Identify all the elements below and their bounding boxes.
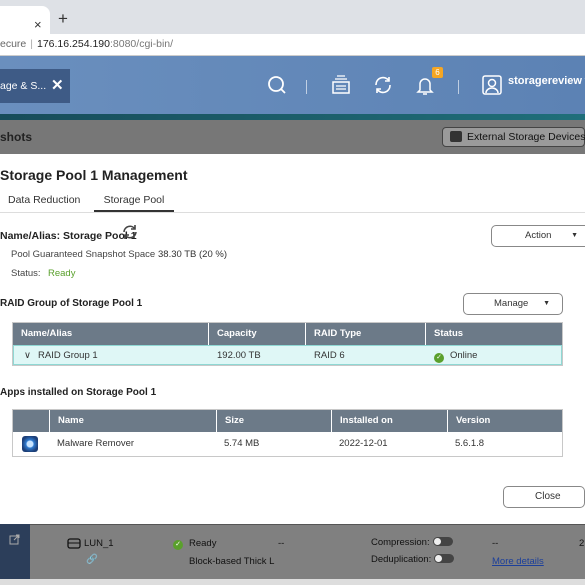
close-button[interactable]: Close	[503, 486, 585, 508]
address-bar[interactable]: ecure | 176.16.254.190:8080/cgi-bin/	[0, 34, 585, 56]
lun-dash: --	[278, 538, 285, 549]
external-storage-label: External Storage Devices	[467, 131, 585, 143]
apps-section-title: Apps installed on Storage Pool 1	[0, 387, 157, 398]
new-tab-button[interactable]: +	[58, 9, 68, 29]
username-menu[interactable]: storagereview ▾	[508, 74, 585, 87]
app-tab-label: age & S...	[0, 80, 47, 92]
malware-remover-icon	[22, 436, 38, 452]
manage-button-label: Manage	[494, 298, 529, 309]
tab-storage-pool[interactable]: Storage Pool	[94, 194, 174, 212]
sidebar-edge	[0, 524, 30, 579]
browser-tab[interactable]: ×	[0, 6, 50, 34]
external-storage-button[interactable]: External Storage Devices	[442, 127, 585, 147]
header-divider	[458, 80, 459, 94]
stack-icon[interactable]	[330, 74, 352, 96]
refresh-icon[interactable]	[121, 223, 139, 241]
browser-tabstrip: × +	[0, 0, 585, 34]
table-row[interactable]: Malware Remover 5.74 MB 2022-12-01 5.6.1…	[13, 432, 562, 456]
table-header: Name Size Installed on Version	[13, 410, 562, 432]
table-row[interactable]: ∨ RAID Group 1 192.00 TB RAID 6 ✓ Online	[13, 345, 562, 365]
compression-toggle[interactable]	[432, 537, 453, 546]
expand-chevron-icon[interactable]: ∨	[24, 346, 31, 366]
snapshot-space-label: Pool Guaranteed Snapshot Space	[11, 249, 156, 260]
chevron-down-icon: ▼	[543, 300, 550, 307]
address-path: :8080/cgi-bin/	[110, 38, 174, 50]
address-host: 176.16.254.190	[37, 38, 110, 50]
dedup-label: Deduplication:	[371, 554, 432, 565]
page-subheader: shots External Storage Devices	[0, 120, 585, 154]
link-icon[interactable]: 🔗	[86, 554, 98, 565]
table-header: Name/Alias Capacity RAID Type Status	[13, 323, 562, 345]
bottom-divider	[0, 579, 585, 585]
more-details-link[interactable]: More details	[492, 556, 544, 567]
dedup-toggle[interactable]	[434, 554, 455, 563]
notification-badge: 6	[432, 67, 443, 78]
search-icon[interactable]	[266, 74, 288, 96]
sync-icon[interactable]	[372, 74, 394, 96]
pool-name: Name/Alias: Storage Pool 1	[0, 230, 137, 242]
disk-icon	[67, 538, 81, 549]
column-header[interactable]: Capacity	[208, 323, 257, 345]
raid-type: RAID 6	[314, 350, 345, 361]
raid-section-title: RAID Group of Storage Pool 1	[0, 298, 143, 309]
status-label: Status:	[11, 268, 41, 279]
raid-group-name: RAID Group 1	[38, 350, 98, 361]
app-name: Malware Remover	[57, 438, 135, 449]
raid-group-table: Name/Alias Capacity RAID Type Status ∨ R…	[12, 322, 563, 366]
user-icon[interactable]	[481, 74, 503, 96]
modal-title: Storage Pool 1 Management	[0, 167, 188, 183]
close-icon[interactable]: ✕	[51, 69, 64, 103]
background-lun-list: LUN_1 🔗 ✓ Ready -- Block-based Thick L C…	[0, 524, 585, 585]
address-separator: |	[30, 38, 33, 50]
raid-status-text: Online	[450, 350, 478, 361]
action-button[interactable]: Action ▼	[491, 225, 585, 247]
column-header[interactable]: RAID Type	[305, 323, 361, 345]
storage-pool-modal: Storage Pool 1 Management Data Reduction…	[0, 154, 585, 524]
lun-status: Ready	[189, 538, 217, 549]
app-header: age & S... ✕ 6	[0, 56, 585, 114]
lun-name: LUN_1	[84, 538, 114, 549]
edge-value: 2	[579, 538, 585, 549]
raid-status: ✓ Online	[434, 346, 477, 366]
chevron-down-icon: ▼	[571, 232, 578, 239]
app-size: 5.74 MB	[224, 438, 260, 449]
tab-data-reduction[interactable]: Data Reduction	[8, 194, 80, 206]
raid-capacity: 192.00 TB	[217, 350, 261, 361]
storage-device-icon	[450, 131, 462, 142]
security-label: ecure	[0, 38, 27, 50]
manage-button[interactable]: Manage ▼	[463, 293, 563, 315]
check-circle-icon: ✓	[434, 353, 444, 363]
app-version: 5.6.1.8	[455, 438, 485, 449]
status-value: Ready	[48, 268, 76, 279]
column-header[interactable]: Installed on	[331, 410, 393, 432]
lun-dash-2: --	[492, 538, 499, 549]
column-header[interactable]: Size	[216, 410, 244, 432]
compression-label: Compression:	[371, 537, 430, 548]
column-header[interactable]: Name/Alias	[13, 323, 72, 345]
subheader-title: shots	[0, 130, 33, 144]
apps-table: Name Size Installed on Version Malware R…	[12, 409, 563, 457]
header-divider	[306, 80, 307, 94]
lun-type: Block-based Thick L	[189, 556, 275, 567]
column-header[interactable]: Status	[425, 323, 463, 345]
compression-row: Compression:	[371, 537, 453, 548]
action-button-label: Action	[525, 230, 552, 241]
tab-divider	[0, 212, 585, 213]
app-installed-on: 2022-12-01	[339, 438, 388, 449]
dedup-row: Deduplication:	[371, 554, 455, 565]
lun-row[interactable]: LUN_1 🔗 ✓ Ready -- Block-based Thick L C…	[30, 524, 585, 579]
app-window-tab[interactable]: age & S... ✕	[0, 69, 70, 103]
check-circle-icon: ✓	[173, 537, 189, 550]
snapshot-space-value: 38.30 TB (20 %)	[158, 249, 228, 260]
external-link-icon[interactable]	[9, 534, 20, 545]
close-tab-icon[interactable]: ×	[34, 17, 42, 32]
column-header[interactable]: Name	[49, 410, 84, 432]
column-header[interactable]: Version	[447, 410, 490, 432]
